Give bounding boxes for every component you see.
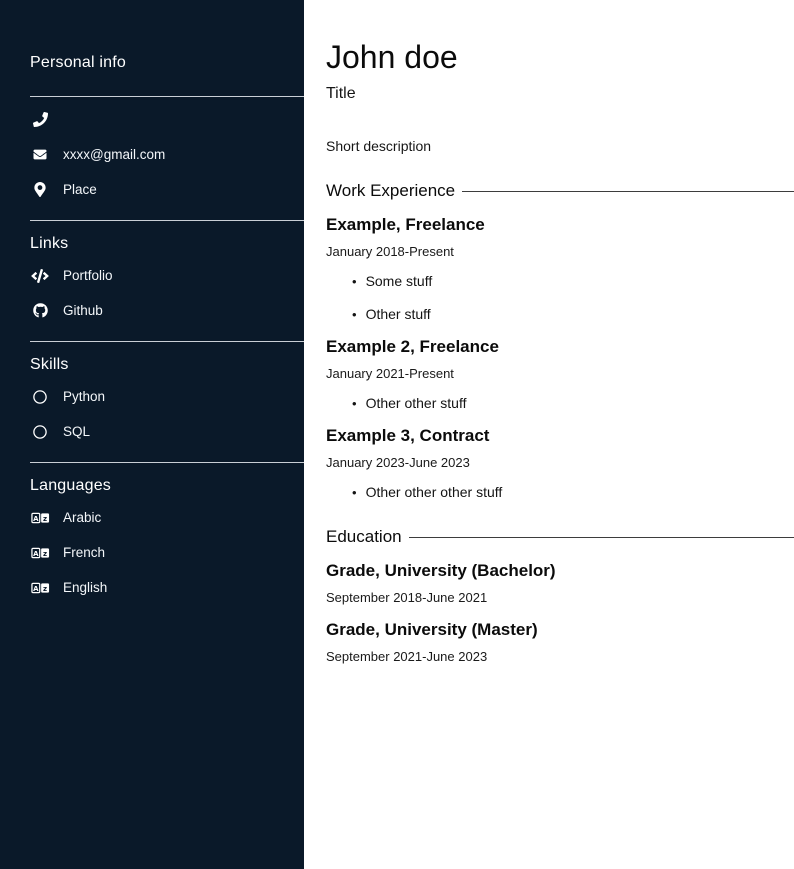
portfolio-link[interactable]: Portfolio <box>63 268 113 284</box>
entry-bullets: Some stuff Other stuff <box>326 273 794 323</box>
contact-row-phone <box>30 106 304 133</box>
language-icon: Az <box>30 581 50 595</box>
skill-label: SQL <box>63 424 90 440</box>
contact-list: xxxx@gmail.com Place <box>30 106 304 203</box>
divider <box>30 96 304 97</box>
person-name: John doe <box>326 40 794 75</box>
entry-title: Example, Freelance <box>326 215 794 235</box>
circle-icon <box>30 425 50 439</box>
link-row-portfolio[interactable]: Portfolio <box>30 262 304 289</box>
email-value[interactable]: xxxx@gmail.com <box>63 147 165 163</box>
heading-rule <box>462 191 794 192</box>
divider <box>30 462 304 463</box>
contact-row-email[interactable]: xxxx@gmail.com <box>30 141 304 168</box>
sidebar: Personal info xxxx@gmail.com Place Links <box>0 0 304 869</box>
entry-bullets: Other other stuff <box>326 395 794 412</box>
link-row-github[interactable]: Github <box>30 297 304 324</box>
skill-row: Python <box>30 383 304 410</box>
entry-bullets: Other other other stuff <box>326 484 794 501</box>
language-icon: Az <box>30 546 50 560</box>
sidebar-section-title-personal-info: Personal info <box>30 53 304 72</box>
entry-title: Example 2, Freelance <box>326 337 794 357</box>
divider <box>30 220 304 221</box>
entry-title: Example 3, Contract <box>326 426 794 446</box>
languages-list: Az Arabic Az French Az English <box>30 504 304 601</box>
svg-text:z: z <box>43 549 47 557</box>
skills-list: Python SQL <box>30 383 304 445</box>
svg-text:z: z <box>43 514 47 522</box>
language-label: English <box>63 580 107 596</box>
place-value: Place <box>63 182 97 198</box>
svg-text:z: z <box>43 584 47 592</box>
person-description: Short description <box>326 138 794 155</box>
envelope-icon <box>30 148 50 161</box>
entry-date: January 2021-Present <box>326 366 794 382</box>
language-icon: Az <box>30 511 50 525</box>
contact-row-place: Place <box>30 176 304 203</box>
bullet-item: Other other other stuff <box>352 484 794 501</box>
language-row: Az English <box>30 574 304 601</box>
language-row: Az Arabic <box>30 504 304 531</box>
location-icon <box>30 182 50 197</box>
skill-row: SQL <box>30 418 304 445</box>
svg-text:A: A <box>33 549 39 557</box>
section-header-work-experience: Work Experience <box>326 180 794 201</box>
github-icon <box>30 303 50 318</box>
skill-label: Python <box>63 389 105 405</box>
entry-date: September 2018-June 2021 <box>326 590 794 606</box>
svg-text:A: A <box>33 584 39 592</box>
entry-title: Grade, University (Bachelor) <box>326 561 794 581</box>
heading-rule <box>409 537 794 538</box>
entry-title: Grade, University (Master) <box>326 620 794 640</box>
language-label: French <box>63 545 105 561</box>
section-heading: Education <box>326 526 402 547</box>
bullet-item: Other other stuff <box>352 395 794 412</box>
divider <box>30 341 304 342</box>
entry-date: January 2018-Present <box>326 244 794 260</box>
bullet-item: Other stuff <box>352 306 794 323</box>
sidebar-section-title-languages: Languages <box>30 476 304 495</box>
bullet-item: Some stuff <box>352 273 794 290</box>
section-header-education: Education <box>326 526 794 547</box>
links-list: Portfolio Github <box>30 262 304 324</box>
sidebar-section-title-links: Links <box>30 234 304 253</box>
circle-icon <box>30 390 50 404</box>
entry-date: January 2023-June 2023 <box>326 455 794 471</box>
resume-body: John doe Title Short description Work Ex… <box>304 0 794 869</box>
language-label: Arabic <box>63 510 101 526</box>
svg-text:A: A <box>33 514 39 522</box>
entry-date: September 2021-June 2023 <box>326 649 794 665</box>
language-row: Az French <box>30 539 304 566</box>
section-heading: Work Experience <box>326 180 455 201</box>
sidebar-section-title-skills: Skills <box>30 355 304 374</box>
phone-icon <box>30 112 50 127</box>
code-icon <box>30 269 50 283</box>
github-link[interactable]: Github <box>63 303 103 319</box>
person-title: Title <box>326 84 794 103</box>
